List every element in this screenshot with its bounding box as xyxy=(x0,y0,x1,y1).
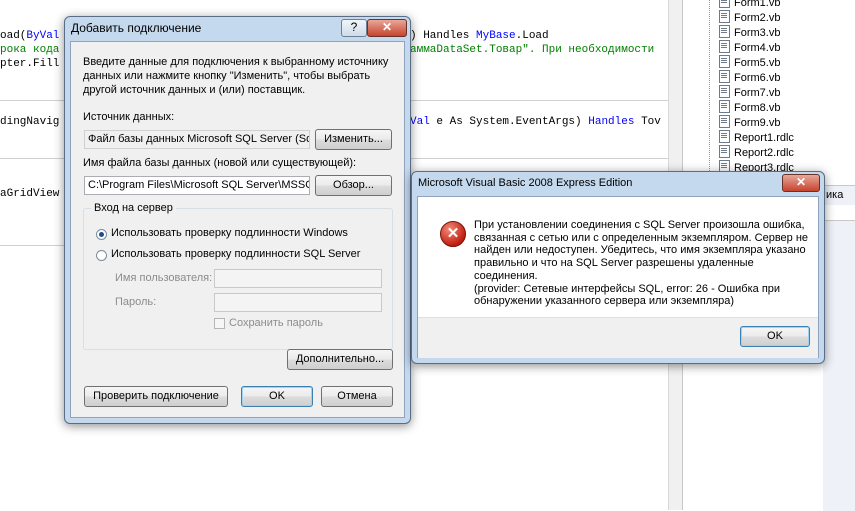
solution-item[interactable]: Report2.rdlc xyxy=(719,145,794,160)
add-connection-dialog: Добавить подключение ? ✕ Введите данные … xyxy=(64,16,411,424)
sql-auth-label[interactable]: Использовать проверку подлинности SQL Se… xyxy=(111,248,360,260)
tree-line xyxy=(709,0,711,175)
vb-file-icon xyxy=(719,55,730,68)
save-password-label[interactable]: Сохранить пароль xyxy=(229,317,323,329)
code-line: aGridView xyxy=(0,188,60,200)
solution-item[interactable]: Form2.vb xyxy=(719,10,780,25)
dialog-client: Введите данные для подключения к выбранн… xyxy=(70,41,405,418)
vb-file-icon xyxy=(719,10,730,23)
windows-auth-label[interactable]: Использовать проверку подлинности Window… xyxy=(111,227,348,239)
vb-file-icon xyxy=(719,25,730,38)
code-line: dingNavig xyxy=(0,116,60,128)
cancel-button[interactable]: Отмена xyxy=(321,386,393,407)
code-line: oad(ByVal xyxy=(0,30,60,42)
browse-button[interactable]: Обзор... xyxy=(315,175,392,196)
username-label: Имя пользователя: xyxy=(115,272,213,284)
vb-file-icon xyxy=(719,0,730,8)
code-line: pter.Fill xyxy=(0,58,60,70)
sql-auth-radio[interactable] xyxy=(96,250,107,261)
change-button[interactable]: Изменить... xyxy=(315,129,392,150)
vb-file-icon xyxy=(719,115,730,128)
solution-item[interactable]: Form6.vb xyxy=(719,70,780,85)
error-icon: ✕ xyxy=(440,221,466,247)
code-line-end: Val e As System.EventArgs) Handles Tov xyxy=(410,116,661,128)
solution-item[interactable]: Form4.vb xyxy=(719,40,780,55)
windows-auth-radio[interactable] xyxy=(96,229,107,240)
save-password-checkbox[interactable] xyxy=(214,318,225,329)
error-close-button[interactable]: ✕ xyxy=(782,174,820,192)
login-group-label: Вход на сервер xyxy=(91,202,176,214)
report-file-icon xyxy=(719,145,730,158)
source-field: Файл базы данных Microsoft SQL Server (S… xyxy=(84,130,310,149)
error-button-bar: OK xyxy=(418,317,818,358)
code-line-end: ) Handles MyBase.Load xyxy=(410,30,549,42)
advanced-button[interactable]: Дополнительно... xyxy=(287,349,393,370)
error-message: При установлении соединения с SQL Server… xyxy=(474,219,809,308)
password-label: Пароль: xyxy=(115,296,157,308)
error-dialog: Microsoft Visual Basic 2008 Express Edit… xyxy=(411,171,825,364)
vb-file-icon xyxy=(719,100,730,113)
solution-item[interactable]: Form7.vb xyxy=(719,85,780,100)
test-connection-button[interactable]: Проверить подключение xyxy=(84,386,228,407)
properties-panel xyxy=(823,220,855,511)
error-ok-button[interactable]: OK xyxy=(740,326,810,347)
clipped-panel-tab[interactable]: ика xyxy=(823,185,855,205)
error-client: ✕ При установлении соединения с SQL Serv… xyxy=(417,196,819,358)
solution-item[interactable]: Form1.vb xyxy=(719,0,780,10)
password-input[interactable] xyxy=(214,293,382,312)
vb-file-icon xyxy=(719,40,730,53)
username-input[interactable] xyxy=(214,269,382,288)
code-comment-end: аммаDataSet.Товар". При необходимости xyxy=(410,44,655,56)
close-button[interactable]: ✕ xyxy=(367,19,407,37)
solution-item[interactable]: Form3.vb xyxy=(719,25,780,40)
report-file-icon xyxy=(719,130,730,143)
source-label: Источник данных: xyxy=(83,111,175,123)
code-comment: рока кода xyxy=(0,44,60,56)
help-button[interactable]: ? xyxy=(341,19,367,37)
db-file-input[interactable]: C:\Program Files\Microsoft SQL Server\MS… xyxy=(84,176,310,195)
solution-item[interactable]: Form9.vb xyxy=(719,115,780,130)
solution-item[interactable]: Form8.vb xyxy=(719,100,780,115)
db-file-label: Имя файла базы данных (новой или существ… xyxy=(83,157,357,169)
vb-file-icon xyxy=(719,85,730,98)
ok-button[interactable]: OK xyxy=(241,386,313,407)
intro-text: Введите данные для подключения к выбранн… xyxy=(83,56,389,96)
error-dialog-title: Microsoft Visual Basic 2008 Express Edit… xyxy=(418,177,633,189)
solution-item[interactable]: Report1.rdlc xyxy=(719,130,794,145)
solution-item[interactable]: Form5.vb xyxy=(719,55,780,70)
vb-file-icon xyxy=(719,70,730,83)
